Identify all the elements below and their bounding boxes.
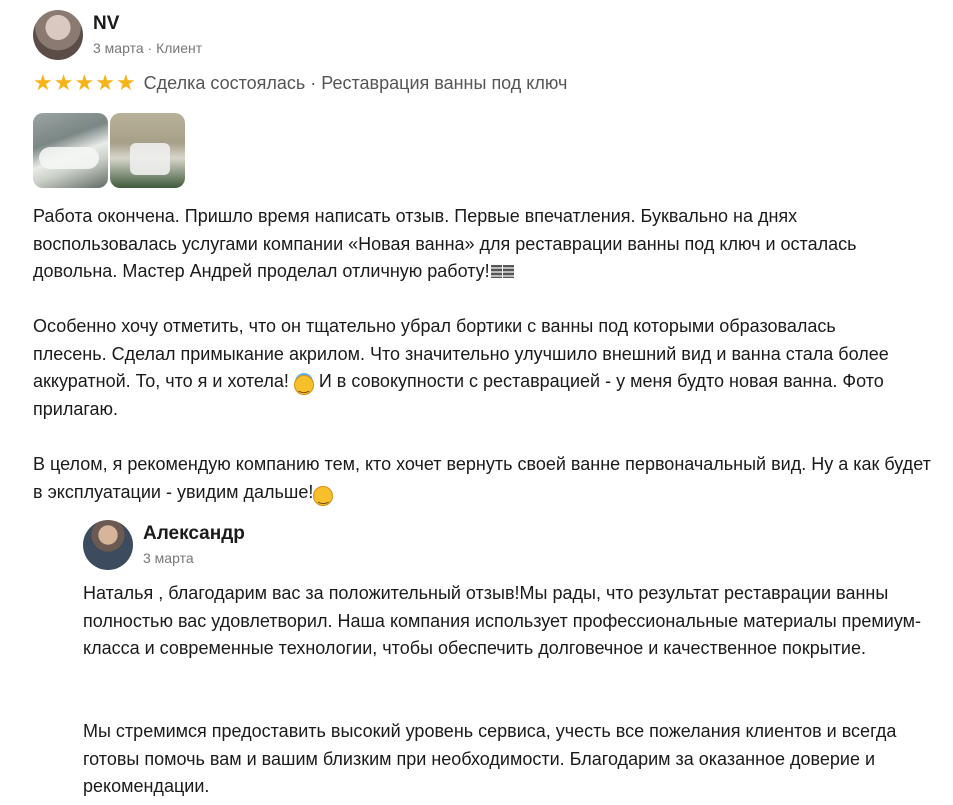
smiling-face-icon: ‿ bbox=[313, 485, 334, 506]
reply-date: 3 марта bbox=[143, 550, 194, 566]
meta-separator: · bbox=[143, 40, 157, 56]
smiling-face-with-halo-icon: ‿ bbox=[293, 375, 314, 395]
reply-header: Александр 3 марта bbox=[83, 520, 923, 570]
review-date: 3 марта bbox=[93, 40, 144, 56]
author-subline: 3 марта · Клиент bbox=[93, 38, 202, 58]
review-photo-thumbnail[interactable] bbox=[110, 113, 185, 188]
review-paragraph-3-text: В целом, я рекомендую компанию тем, кто … bbox=[33, 454, 936, 502]
author-role: Клиент bbox=[156, 40, 203, 56]
reply-author-avatar[interactable] bbox=[83, 520, 133, 570]
star-rating: ★ ★ ★ ★ ★ bbox=[33, 71, 137, 95]
review-photo-thumbnail[interactable] bbox=[33, 113, 108, 188]
reply-author-name[interactable]: Александр bbox=[143, 522, 245, 546]
company-reply: Александр 3 марта Наталья , благодарим в… bbox=[83, 520, 923, 796]
review-paragraph-2: Особенно хочу отметить, что он тщательно… bbox=[33, 313, 913, 423]
reply-paragraph-2: Мы стремимся предоставить высокий уровен… bbox=[83, 721, 902, 796]
star-icon: ★ bbox=[74, 70, 95, 95]
review-author: NV 3 марта · Клиент bbox=[33, 10, 202, 60]
star-icon: ★ bbox=[53, 70, 74, 95]
deal-status: Сделка состоялась · Реставрация ванны по… bbox=[143, 73, 568, 93]
rating-line: ★ ★ ★ ★ ★ Сделка состоялась · Реставраци… bbox=[33, 71, 567, 95]
review-photos bbox=[33, 113, 187, 188]
review-paragraph-1: Работа окончена. Пришло время написать о… bbox=[33, 203, 913, 286]
flag-icon bbox=[490, 265, 502, 278]
flag-icon bbox=[502, 265, 514, 278]
star-icon: ★ bbox=[115, 70, 136, 95]
author-avatar[interactable] bbox=[33, 10, 83, 60]
review-paragraph-3: В целом, я рекомендую компанию тем, кто … bbox=[33, 451, 933, 506]
review-paragraph-1-text: Работа окончена. Пришло время написать о… bbox=[33, 206, 862, 281]
reply-meta: Александр 3 марта bbox=[143, 522, 245, 568]
star-icon: ★ bbox=[33, 70, 53, 95]
reply-paragraph-1: Наталья , благодарим вас за положительны… bbox=[83, 583, 922, 658]
author-name[interactable]: NV bbox=[93, 13, 202, 35]
review-card: NV 3 марта · Клиент ★ ★ ★ ★ ★ Сделка сос… bbox=[0, 0, 953, 805]
star-icon: ★ bbox=[95, 70, 115, 95]
author-meta: NV 3 марта · Клиент bbox=[93, 13, 202, 58]
